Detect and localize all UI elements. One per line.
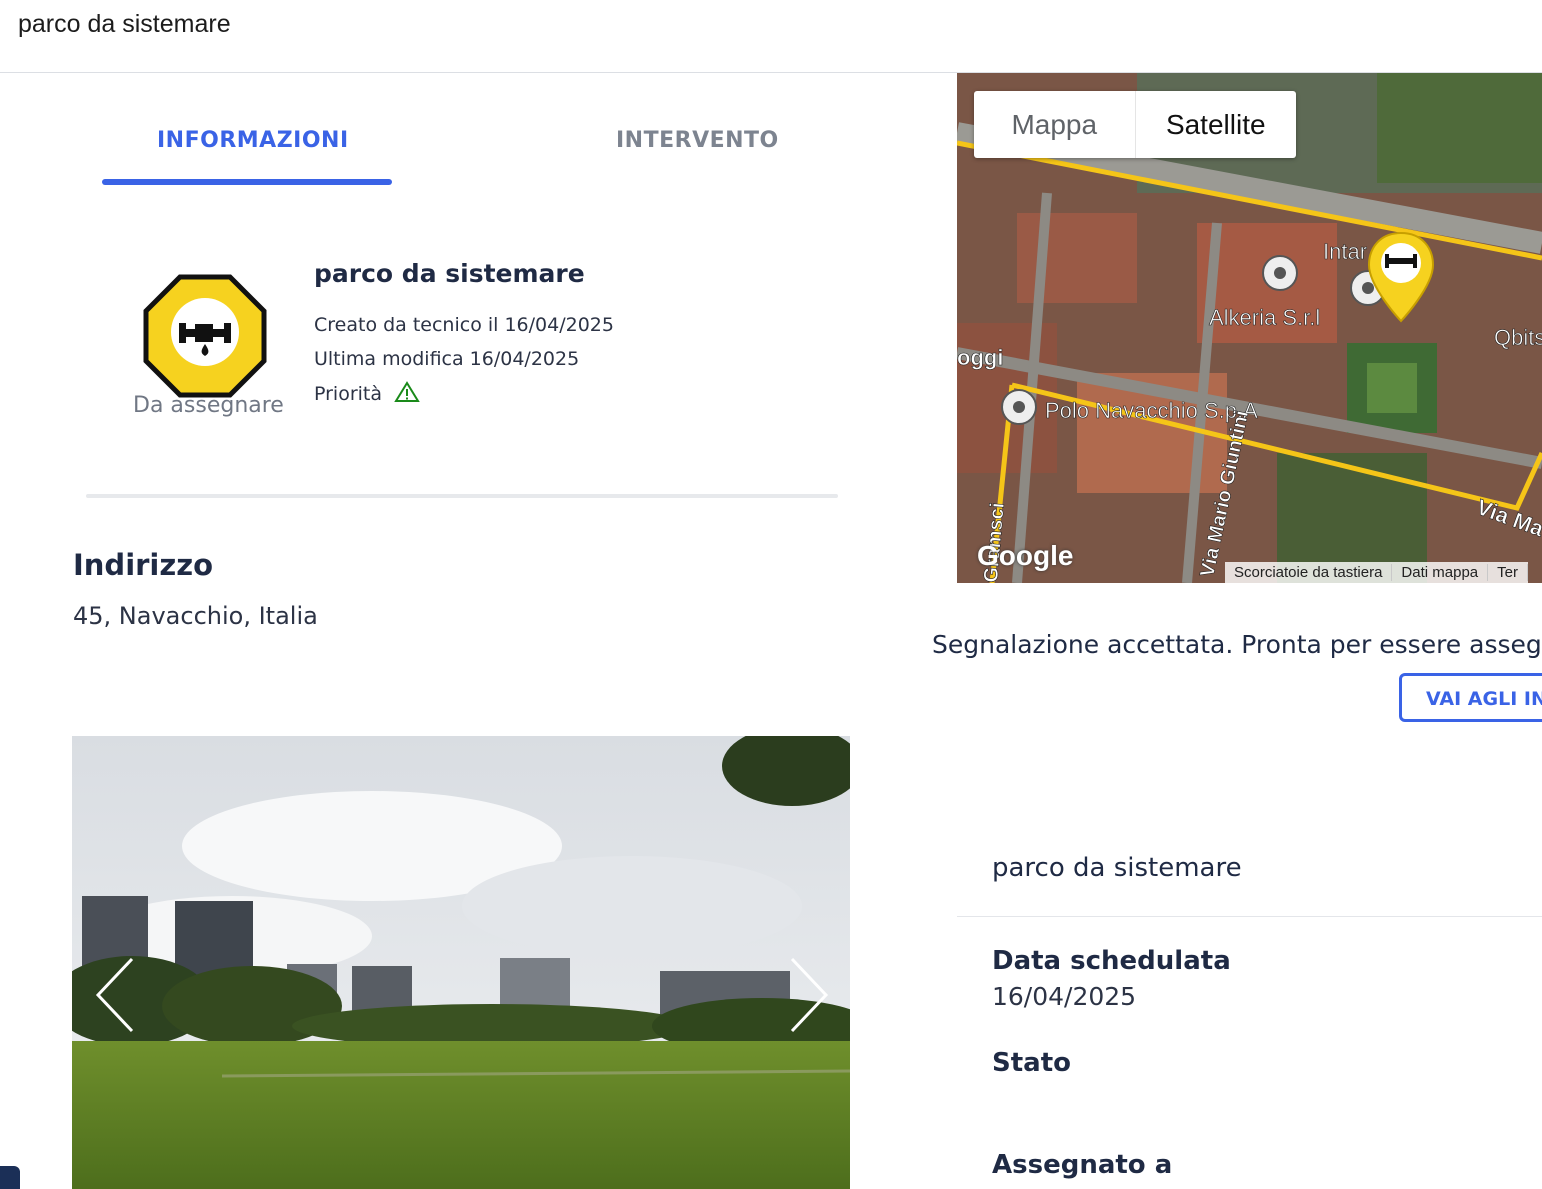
- section-divider: [86, 494, 838, 498]
- report-title: parco da sistemare: [314, 259, 585, 288]
- keyboard-shortcuts-link[interactable]: Scorciatoie da tastiera: [1225, 564, 1393, 581]
- modified-info: Ultima modifica 16/04/2025: [314, 348, 580, 370]
- map-label: oggi: [957, 345, 1003, 370]
- map-label: Qbits: [1494, 325, 1542, 350]
- page-title: parco da sistemare: [18, 10, 231, 38]
- map-label: Alkeria S.r.l: [1209, 305, 1320, 330]
- priority-row: Priorità: [314, 381, 420, 405]
- terms-link[interactable]: Ter: [1488, 564, 1528, 581]
- tab-intervento[interactable]: INTERVENTO: [616, 128, 779, 153]
- carousel-prev-button[interactable]: [92, 955, 142, 1035]
- status-label: Da assegnare: [133, 393, 284, 418]
- carousel-next-button[interactable]: [782, 955, 832, 1035]
- google-logo: Google: [977, 540, 1074, 571]
- leaking-pipe-icon: [143, 274, 267, 398]
- map-type-satellite[interactable]: Satellite: [1136, 91, 1297, 158]
- state-label: Stato: [992, 1048, 1071, 1078]
- details-divider: [957, 916, 1542, 917]
- report-photo: [72, 736, 850, 1189]
- map-type-mappa[interactable]: Mappa: [974, 91, 1136, 158]
- address-value: 45, Navacchio, Italia: [73, 602, 318, 630]
- scheduled-date-label: Data schedulata: [992, 946, 1231, 976]
- created-info: Creato da tecnico il 16/04/2025: [314, 314, 614, 336]
- map-footer: Scorciatoie da tastiera Dati mappa Ter: [1225, 562, 1528, 583]
- status-message: Segnalazione accettata. Pronta per esser…: [932, 630, 1542, 659]
- map-type-switch: Mappa Satellite: [974, 91, 1296, 158]
- top-bar: parco da sistemare: [0, 0, 1542, 73]
- go-to-interventions-button[interactable]: VAI AGLI INTERVENTI: [1399, 673, 1542, 722]
- details-title: parco da sistemare: [992, 853, 1242, 883]
- priority-label: Priorità: [314, 383, 383, 405]
- map-label: Polo Navacchio S.p.A: [1045, 398, 1258, 423]
- map-label: Intar: [1323, 239, 1367, 264]
- warning-triangle-icon: [394, 381, 420, 402]
- floating-side-tab[interactable]: [0, 1166, 20, 1189]
- map-data-link[interactable]: Dati mappa: [1392, 564, 1489, 581]
- assigned-to-label: Assegnato a: [992, 1150, 1173, 1180]
- address-heading: Indirizzo: [73, 548, 214, 582]
- scheduled-date-value: 16/04/2025: [992, 982, 1137, 1011]
- tab-informazioni[interactable]: INFORMAZIONI: [157, 128, 349, 153]
- active-tab-indicator: [102, 179, 392, 185]
